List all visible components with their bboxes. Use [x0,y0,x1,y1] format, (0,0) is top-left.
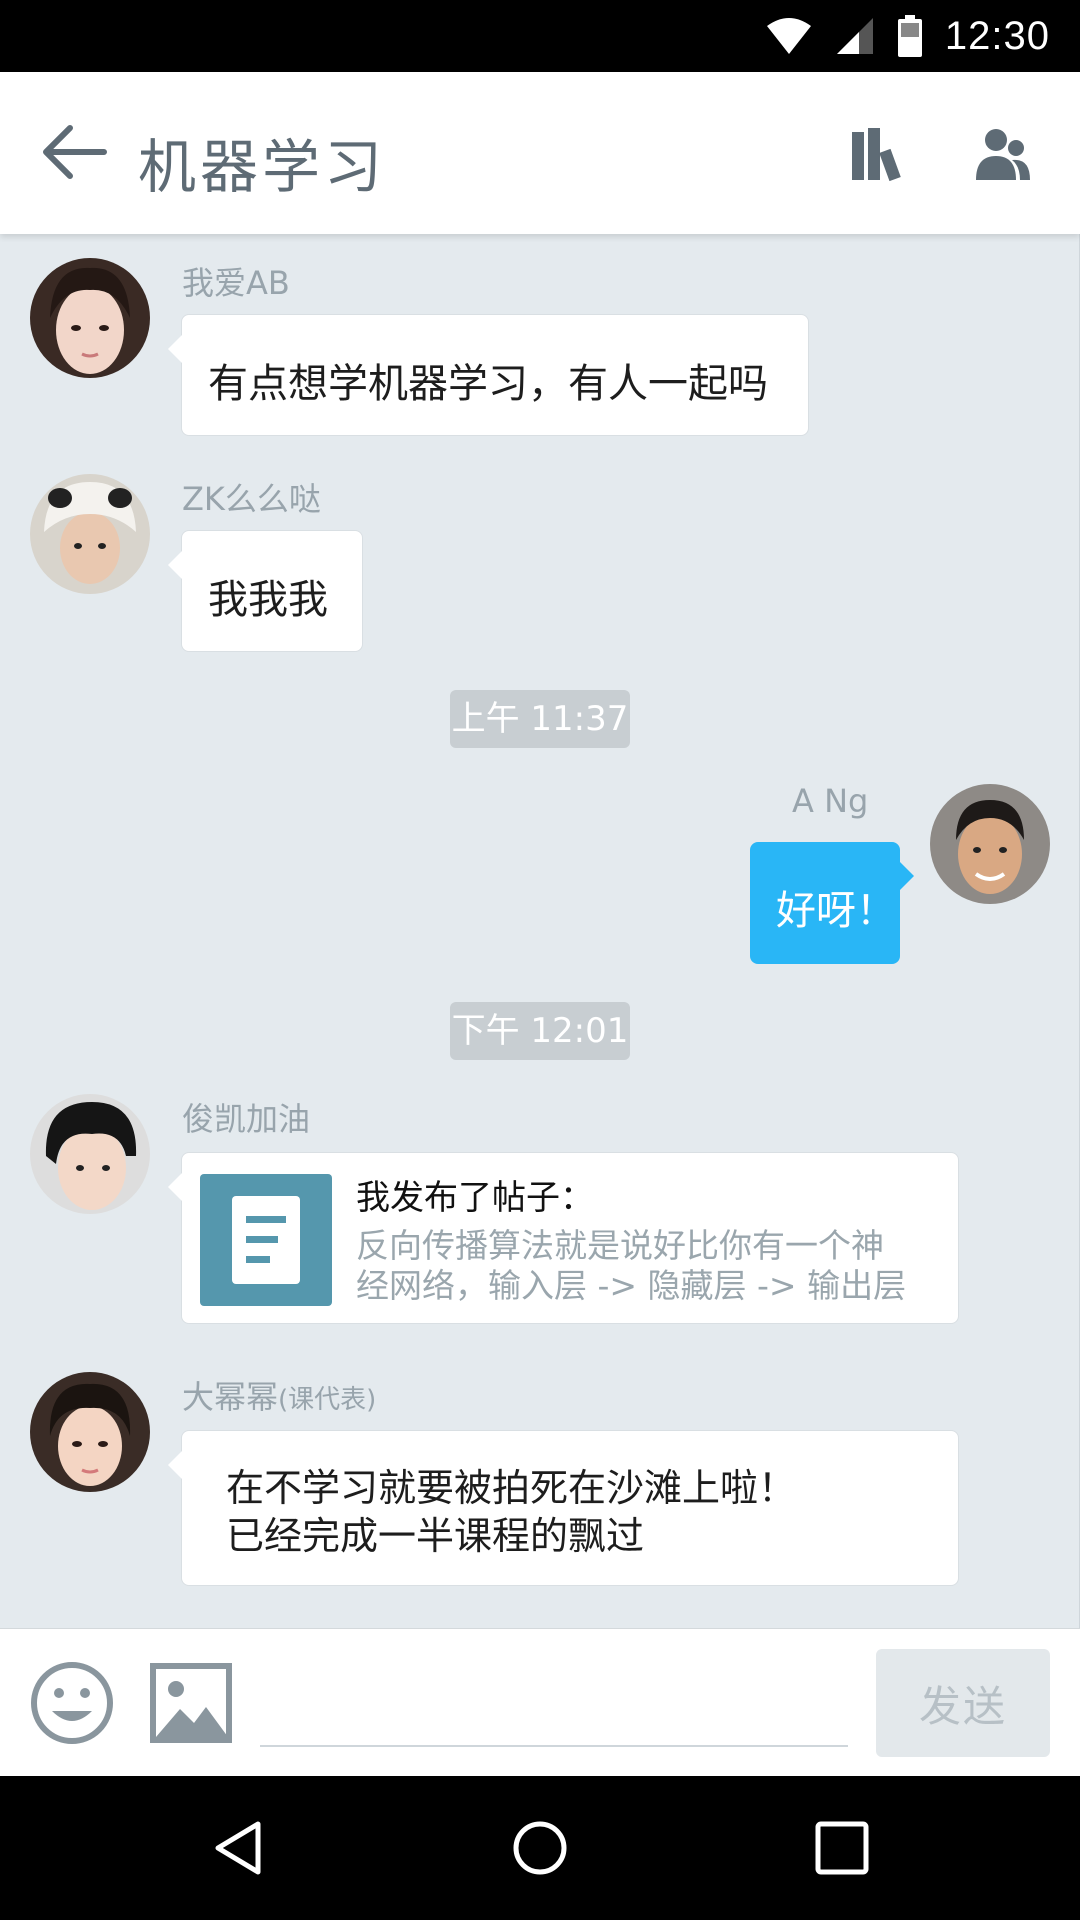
post-preview-line: 经网络，输入层 -> 隐藏层 -> 输出层 [356,1266,907,1305]
app-bar: 机器学习 [0,72,1080,234]
send-button[interactable]: 发送 [876,1649,1050,1757]
message-bubble-own[interactable]: 好呀！ [750,842,914,964]
message-text: 好呀！ [776,888,896,934]
chat-area[interactable]: 我爱AB 有点想学机器学习，有人一起吗 ZK么么哒 我我我 上午 11:37 A… [0,234,1080,1628]
signal-icon [836,18,873,54]
battery-icon [897,15,922,57]
library-icon[interactable] [850,124,910,184]
sender-name-text: 大幂幂 [182,1378,279,1416]
sender-name: A Ng [792,782,869,820]
post-title: 我发布了帖子： [356,1178,594,1218]
message-bubble[interactable]: 有点想学机器学习，有人一起吗 [168,314,809,436]
avatar[interactable] [930,784,1050,904]
message-text: 有点想学机器学习，有人一起吗 [208,361,768,407]
sender-name: 我爱AB [182,264,290,302]
input-bar: 发送 [0,1628,1080,1776]
message-bubble[interactable]: 我我我 [168,530,363,652]
avatar[interactable] [30,258,150,378]
nav-bar [0,1776,1080,1920]
post-preview-line: 反向传播算法就是说好比你有一个神 [356,1226,884,1265]
avatar[interactable] [30,1372,150,1492]
message-text-line: 在不学习就要被拍死在沙滩上啦！ [226,1466,797,1510]
wifi-icon [766,18,811,54]
timestamp: 上午 11:37 [450,690,630,748]
emoji-icon[interactable] [28,1659,116,1747]
avatar[interactable] [30,1094,150,1214]
document-icon [200,1174,332,1306]
members-icon[interactable] [972,124,1032,184]
message-bubble[interactable]: 在不学习就要被拍死在沙滩上啦！ 已经完成一半课程的飘过 [168,1430,959,1586]
clock: 12:30 [944,13,1050,58]
back-arrow-icon[interactable] [40,122,110,182]
status-bar: 12:30 [0,0,1080,72]
sender-name: ZK么么哒 [182,480,321,518]
post-preview: 反向传播算法就是说好比你有一个神 经网络，输入层 -> 隐藏层 -> 输出层 [356,1226,936,1306]
nav-back-icon[interactable] [208,1816,272,1880]
page-title: 机器学习 [138,133,387,201]
sender-name: 俊凯加油 [182,1100,311,1138]
sender-name: 大幂幂(课代表) [182,1372,376,1418]
message-text: 我我我 [208,577,328,623]
nav-home-icon[interactable] [508,1816,572,1880]
nav-recents-icon[interactable] [810,1816,874,1880]
image-icon[interactable] [150,1663,232,1743]
message-text-line: 已经完成一半课程的飘过 [226,1514,645,1558]
timestamp: 下午 12:01 [450,1002,630,1060]
avatar[interactable] [30,474,150,594]
sender-tag: (课代表) [278,1385,377,1415]
message-input[interactable] [260,1657,848,1747]
